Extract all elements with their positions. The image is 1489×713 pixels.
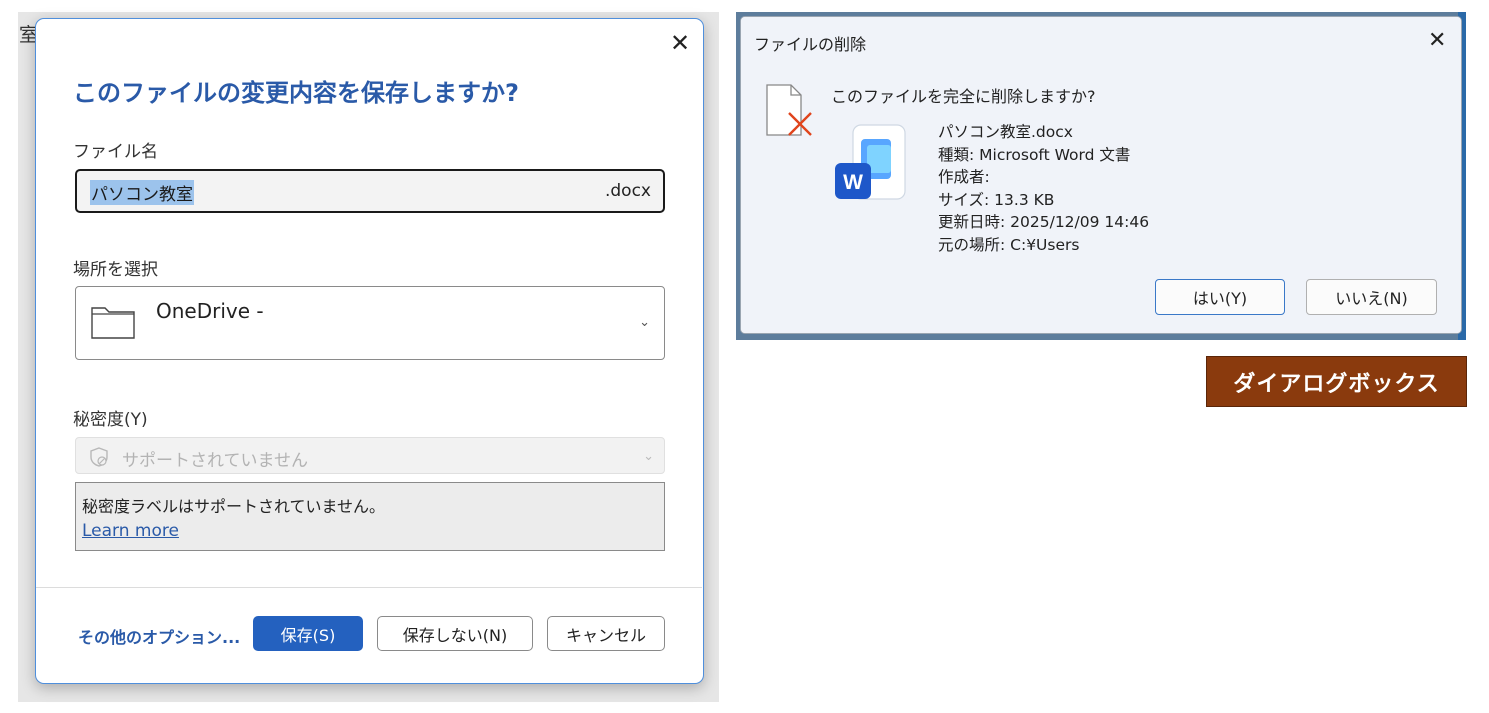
location-value: OneDrive - [156,299,264,323]
location-label: 場所を選択 [73,260,158,280]
footer-divider [36,587,702,588]
save-dialog: ✕ このファイルの変更内容を保存しますか? ファイル名 パソコン教室 .docx… [35,18,704,684]
word-icon: W [835,124,906,200]
chevron-down-icon: ⌄ [643,449,654,464]
file-info: パソコン教室.docx 種類: Microsoft Word 文書 作成者: サ… [938,121,1149,256]
filename-input[interactable]: パソコン教室 .docx [75,169,665,213]
folder-icon [91,307,135,339]
filename-value[interactable]: パソコン教室 [90,180,194,205]
close-icon[interactable]: ✕ [670,31,690,55]
file-author: 作成者: [938,168,990,186]
no-button[interactable]: いいえ(N) [1306,279,1437,315]
file-size: サイズ: 13.3 KB [938,190,1055,209]
close-icon[interactable]: ✕ [1428,29,1446,53]
sensitivity-info-text: 秘密度ラベルはサポートされていません。 [82,497,386,516]
sensitivity-label: 秘密度(Y) [73,410,148,430]
location-dropdown[interactable]: OneDrive - ⌄ [75,286,665,360]
learn-more-link[interactable]: Learn more [82,521,179,541]
svg-text:W: W [843,171,863,194]
save-dialog-title: このファイルの変更内容を保存しますか? [73,79,519,107]
file-location: 元の場所: C:¥Users [938,235,1080,254]
sensitivity-dropdown: サポートされていません ⌄ [75,437,665,474]
cancel-button[interactable]: キャンセル [547,616,665,651]
filename-label: ファイル名 [73,142,158,162]
delete-dialog: ファイルの削除 ✕ このファイルを完全に削除しますか? W パソコン教室.doc… [740,16,1462,334]
caption-label: ダイアログボックス [1206,356,1467,407]
more-options-link[interactable]: その他のオプション... [78,624,240,648]
file-type: 種類: Microsoft Word 文書 [938,145,1131,164]
document-delete-icon [766,84,812,136]
filename-extension: .docx [604,181,651,201]
shield-icon [90,447,108,467]
file-modified: 更新日時: 2025/12/09 14:46 [938,213,1150,231]
sensitivity-value: サポートされていません [122,451,308,471]
delete-question: このファイルを完全に削除しますか? [831,87,1096,106]
delete-dialog-titlebar: ファイルの削除 [741,17,1461,65]
yes-button[interactable]: はい(Y) [1155,279,1285,315]
delete-dialog-title: ファイルの削除 [754,35,867,54]
chevron-down-icon: ⌄ [639,315,650,330]
dont-save-button[interactable]: 保存しない(N) [377,616,533,651]
sensitivity-info-panel: 秘密度ラベルはサポートされていません。 Learn more [75,482,665,551]
save-button[interactable]: 保存(S) [253,616,363,651]
file-name: パソコン教室.docx [938,123,1073,141]
